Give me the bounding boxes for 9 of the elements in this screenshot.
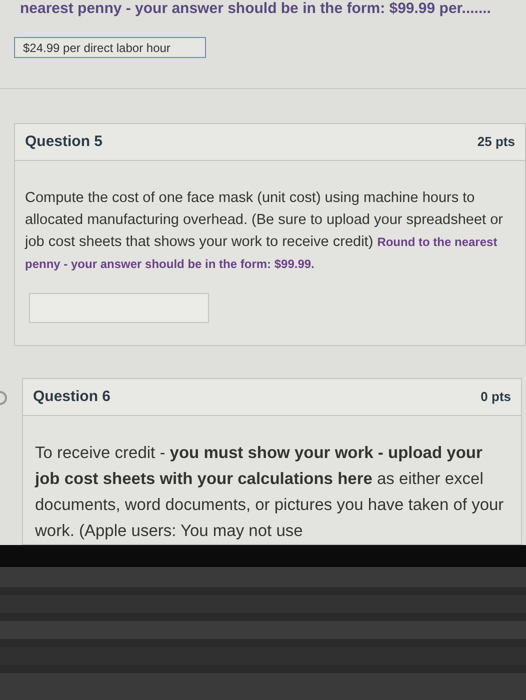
instruction-text: nearest penny - your answer should be in the form: $99.99 per....... <box>20 0 491 18</box>
answer-field[interactable] <box>29 293 209 323</box>
question-text: Compute the cost of one face mask (unit cost) using machine hours to allocated manufacturing overhead. (Be sure to upload your spreadsheet or job cost sheets that shows your work to receive credit) Round to the nearest penny - your answer should be in the form: $99.99. <box>25 189 504 273</box>
question-points: 25 pts <box>477 133 515 152</box>
question-points: 0 pts <box>480 388 511 406</box>
question-title: Question 6 <box>33 386 111 407</box>
question-text: To receive credit - you must show your work - upload your job cost sheets with your calculations here as either excel documents, word documents, or pictures you have taken of your work. (Apple users: You may not use <box>35 443 505 542</box>
question-title: Question 5 <box>25 132 103 152</box>
answer-field[interactable]: $24.99 per direct labor hour <box>14 37 206 58</box>
